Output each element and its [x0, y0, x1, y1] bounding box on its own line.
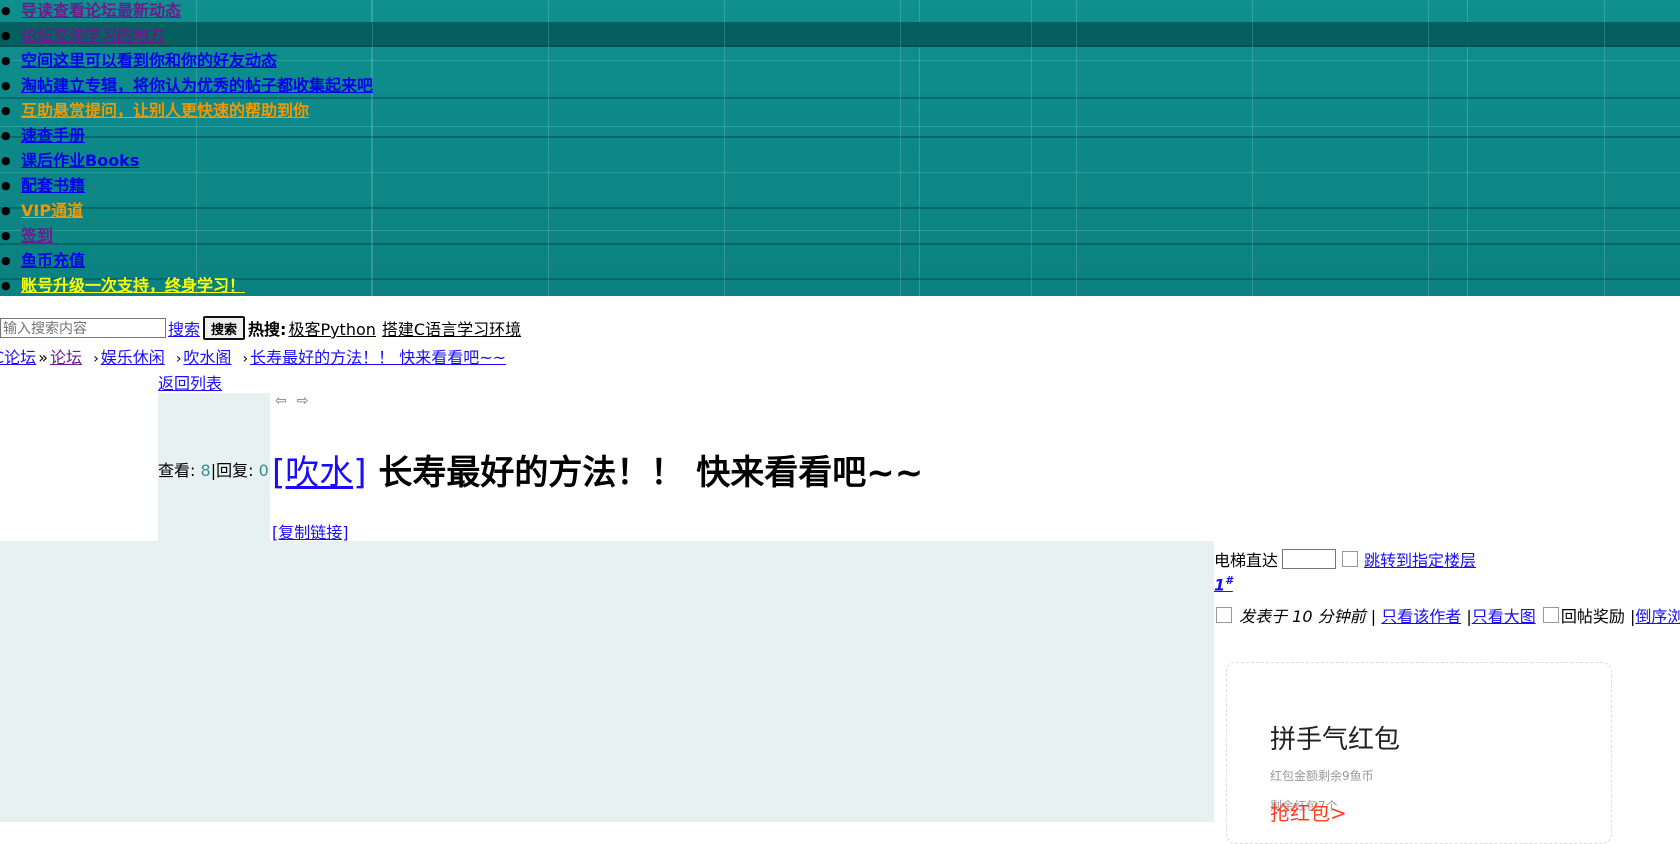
- menu-link-space[interactable]: 空间这里可以看到你和你的好友动态: [21, 51, 277, 70]
- menu-item-forum: 论坛交流学习的地方: [0, 25, 373, 50]
- hot-search-link[interactable]: 极客Python: [288, 316, 375, 340]
- main-menu: 导读查看论坛最新动态 论坛交流学习的地方 空间这里可以看到你和你的好友动态 淘帖…: [0, 0, 373, 296]
- nav-column-line: [1604, 0, 1605, 296]
- views-count: 8: [200, 461, 211, 480]
- only-image-link[interactable]: 只看大图: [1472, 607, 1536, 626]
- breadcrumb-board[interactable]: 吹水阁: [183, 348, 231, 367]
- back-to-list-link[interactable]: 返回列表: [158, 370, 222, 394]
- breadcrumb-arrow: ›: [175, 351, 182, 367]
- author-online-icon: [1216, 607, 1232, 623]
- views-label: 查看:: [158, 461, 196, 480]
- menu-item-homework: 课后作业Books: [0, 150, 373, 175]
- breadcrumb-forum[interactable]: 论坛: [50, 348, 82, 367]
- red-packet-title: 拼手气红包: [1270, 725, 1401, 755]
- menu-item-guide: 导读查看论坛最新动态: [0, 0, 373, 25]
- jump-to-floor-link[interactable]: 跳转到指定楼层: [1364, 547, 1476, 571]
- menu-link-manual[interactable]: 速查手册: [21, 126, 85, 145]
- next-thread-icon[interactable]: ⇨: [297, 393, 319, 409]
- nav-column-line: [1031, 0, 1032, 296]
- reward-icon: [1542, 607, 1559, 623]
- floor-number-link[interactable]: 1#: [1214, 574, 1233, 594]
- menu-link-books[interactable]: 配套书籍: [21, 176, 85, 195]
- menu-link-collection[interactable]: 淘帖建立专辑，将你认为优秀的帖子都收集起来吧: [21, 76, 373, 95]
- floor-jump: 电梯直达 跳转到指定楼层: [1214, 547, 1476, 571]
- red-packet-remaining: 红包金额剩余9鱼币: [1270, 769, 1374, 783]
- search-button[interactable]: 搜索: [203, 316, 246, 340]
- menu-link-recharge[interactable]: 鱼币充值: [21, 251, 85, 270]
- menu-item-collection: 淘帖建立专辑，将你认为优秀的帖子都收集起来吧: [0, 75, 373, 100]
- author-sidebar: [0, 541, 1214, 822]
- thread-stats: 查看: 8|回复: 0: [158, 457, 269, 481]
- replies-count: 0: [258, 461, 269, 480]
- floor-mark: #: [1225, 574, 1233, 587]
- nav-column-line: [724, 0, 725, 296]
- menu-link-guide[interactable]: 导读查看论坛最新动态: [21, 1, 181, 20]
- post-time: 发表于 10 分钟前: [1239, 607, 1366, 626]
- nav-column-line: [548, 0, 549, 296]
- breadcrumb-arrow: ›: [93, 351, 99, 367]
- thread-tag-link[interactable]: [吹水]: [272, 453, 367, 493]
- reverse-order-link[interactable]: 倒序浏览: [1635, 607, 1680, 626]
- red-packet-card: 拼手气红包 红包金额剩余9鱼币 剩余红包7个 抢红包>: [1226, 662, 1612, 844]
- menu-link-vip[interactable]: VIP通道: [21, 201, 83, 220]
- breadcrumb-home[interactable]: C论坛: [0, 348, 36, 367]
- thread-title-text: 长寿最好的方法！！ 快来看看吧~~: [378, 453, 924, 493]
- nav-column-line: [900, 0, 901, 296]
- prev-thread-icon[interactable]: ⇦: [275, 393, 297, 409]
- menu-link-forum[interactable]: 论坛交流学习的地方: [21, 26, 165, 45]
- breadcrumb-thread[interactable]: 长寿最好的方法！！ 快来看看吧~~: [250, 348, 506, 367]
- menu-item-vip: VIP通道: [0, 200, 373, 225]
- nav-column-line: [1252, 0, 1253, 296]
- floor-number: 1: [1214, 575, 1226, 595]
- menu-item-reward: 互助悬赏提问，让别人更快速的帮助到你: [0, 100, 373, 125]
- post-meta-line: 发表于 10 分钟前 | 只看该作者 |只看大图 回帖奖励 |倒序浏览: [1214, 603, 1680, 627]
- breadcrumb: C论坛»论坛 ›娱乐休闲 ›吹水阁 ›长寿最好的方法！！ 快来看看吧~~: [0, 344, 506, 368]
- nav-column-line: [1076, 0, 1077, 296]
- menu-item-space: 空间这里可以看到你和你的好友动态: [0, 50, 373, 75]
- hot-search-link[interactable]: 搭建C语言学习环境: [382, 316, 521, 340]
- breadcrumb-separator: »: [38, 348, 48, 367]
- menu-item-recharge: 鱼币充值: [0, 250, 373, 275]
- top-nav-band: 导读查看论坛最新动态 论坛交流学习的地方 空间这里可以看到你和你的好友动态 淘帖…: [0, 0, 1680, 296]
- elevator-label: 电梯直达: [1214, 551, 1279, 570]
- menu-link-signin[interactable]: 签到: [21, 226, 53, 245]
- thread-title: [吹水] 长寿最好的方法！！ 快来看看吧~~: [272, 445, 923, 494]
- thread-nav: ⇦⇨: [275, 393, 318, 409]
- replies-label: 回复:: [216, 461, 254, 480]
- breadcrumb-arrow: ›: [242, 351, 249, 367]
- meta-separator: |: [1370, 607, 1377, 626]
- floor-number-input[interactable]: [1282, 549, 1337, 569]
- search-type-link[interactable]: 搜索: [168, 316, 200, 340]
- menu-link-homework[interactable]: 课后作业Books: [21, 151, 139, 170]
- menu-item-books: 配套书籍: [0, 175, 373, 200]
- search-input[interactable]: [0, 318, 166, 338]
- breadcrumb-category[interactable]: 娱乐休闲: [101, 348, 165, 367]
- menu-item-signin: 签到: [0, 225, 373, 250]
- jump-icon: [1342, 551, 1359, 567]
- nav-column-line: [1428, 0, 1429, 296]
- reply-reward-label: 回帖奖励: [1560, 607, 1625, 626]
- menu-link-reward[interactable]: 互助悬赏提问，让别人更快速的帮助到你: [21, 101, 309, 120]
- hot-search-label: 热搜:: [248, 320, 287, 339]
- only-author-link[interactable]: 只看该作者: [1381, 607, 1461, 626]
- search-bar: 搜索 搜索 热搜: 极客Python 搭建C语言学习环境: [0, 316, 525, 340]
- menu-item-upgrade: 账号升级一次支持，终身学习！: [0, 275, 373, 296]
- copy-link-button[interactable]: [复制链接]: [272, 519, 349, 543]
- menu-link-upgrade[interactable]: 账号升级一次支持，终身学习！: [21, 276, 245, 295]
- menu-item-manual: 速查手册: [0, 125, 373, 150]
